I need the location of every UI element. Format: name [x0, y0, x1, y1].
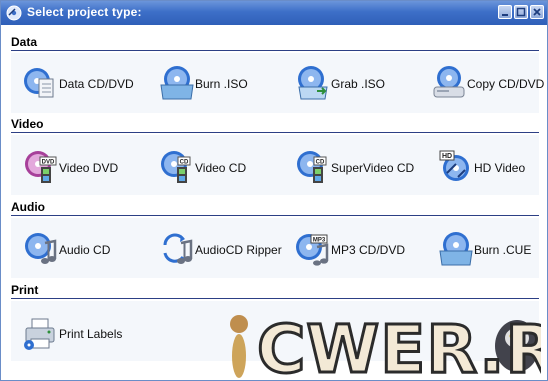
watermark-text: CWER.RU — [257, 311, 541, 380]
supervideo-cd-icon: CD — [297, 151, 327, 183]
copy-cd-icon — [433, 66, 465, 98]
section-header-data: Data — [11, 33, 539, 51]
item-label: AudioCD Ripper — [195, 243, 282, 257]
cwer-watermark-logo: CWER.RU — [230, 310, 541, 380]
item-label: Audio CD — [59, 243, 111, 257]
item-label: Grab .ISO — [331, 77, 386, 91]
minimize-icon — [502, 14, 508, 16]
data-cd-icon — [24, 68, 54, 98]
maximize-icon — [516, 7, 526, 17]
app-icon — [6, 5, 22, 21]
close-icon — [533, 8, 541, 16]
section-title: Print — [11, 283, 39, 297]
window-title: Select project type: — [27, 5, 142, 19]
section-title: Data — [11, 35, 38, 49]
burn-cue-icon — [439, 232, 473, 266]
item-label: HD Video — [474, 161, 526, 175]
maximize-button[interactable] — [514, 5, 528, 19]
grab-iso-icon — [298, 66, 328, 100]
mp3-cd-icon: MP3 — [296, 234, 329, 266]
section-header-video: Video — [11, 115, 539, 133]
hd-video-icon: HD — [439, 150, 469, 181]
item-label: Copy CD/DVD — [467, 77, 545, 91]
item-label: Print Labels — [59, 327, 123, 341]
cd-badge-text: CD — [316, 160, 325, 166]
content-area: Data Data CD/DVD Burn .ISO Grab .ISO Cop… — [1, 25, 547, 380]
burn-iso-icon — [160, 66, 194, 100]
project-type-window: Select project type: Data Data CD/DVD Bu… — [0, 0, 548, 381]
close-button[interactable] — [530, 5, 544, 19]
item-label: Data CD/DVD — [59, 77, 134, 91]
item-label: Burn .ISO — [195, 77, 248, 91]
item-label: Burn .CUE — [474, 243, 532, 257]
dvd-badge-text: DVD — [42, 160, 55, 166]
item-label: SuperVideo CD — [331, 161, 415, 175]
section-header-audio: Audio — [11, 198, 539, 216]
minimize-button[interactable] — [498, 5, 512, 19]
section-title: Audio — [11, 200, 45, 214]
item-label: Video DVD — [59, 161, 119, 175]
mp3-badge-text: MP3 — [313, 238, 326, 244]
audiocd-ripper-icon — [163, 233, 193, 264]
item-label: Video CD — [195, 161, 247, 175]
printer-icon — [24, 318, 55, 350]
section-title: Video — [11, 117, 44, 131]
video-cd-icon: CD — [161, 151, 191, 183]
title-bar: Select project type: — [1, 1, 547, 25]
video-dvd-icon: DVD — [25, 151, 57, 183]
hd-badge-text: HD — [442, 153, 452, 160]
item-label: MP3 CD/DVD — [331, 243, 406, 257]
audio-cd-icon — [25, 233, 57, 264]
cd-badge-text: CD — [180, 160, 189, 166]
